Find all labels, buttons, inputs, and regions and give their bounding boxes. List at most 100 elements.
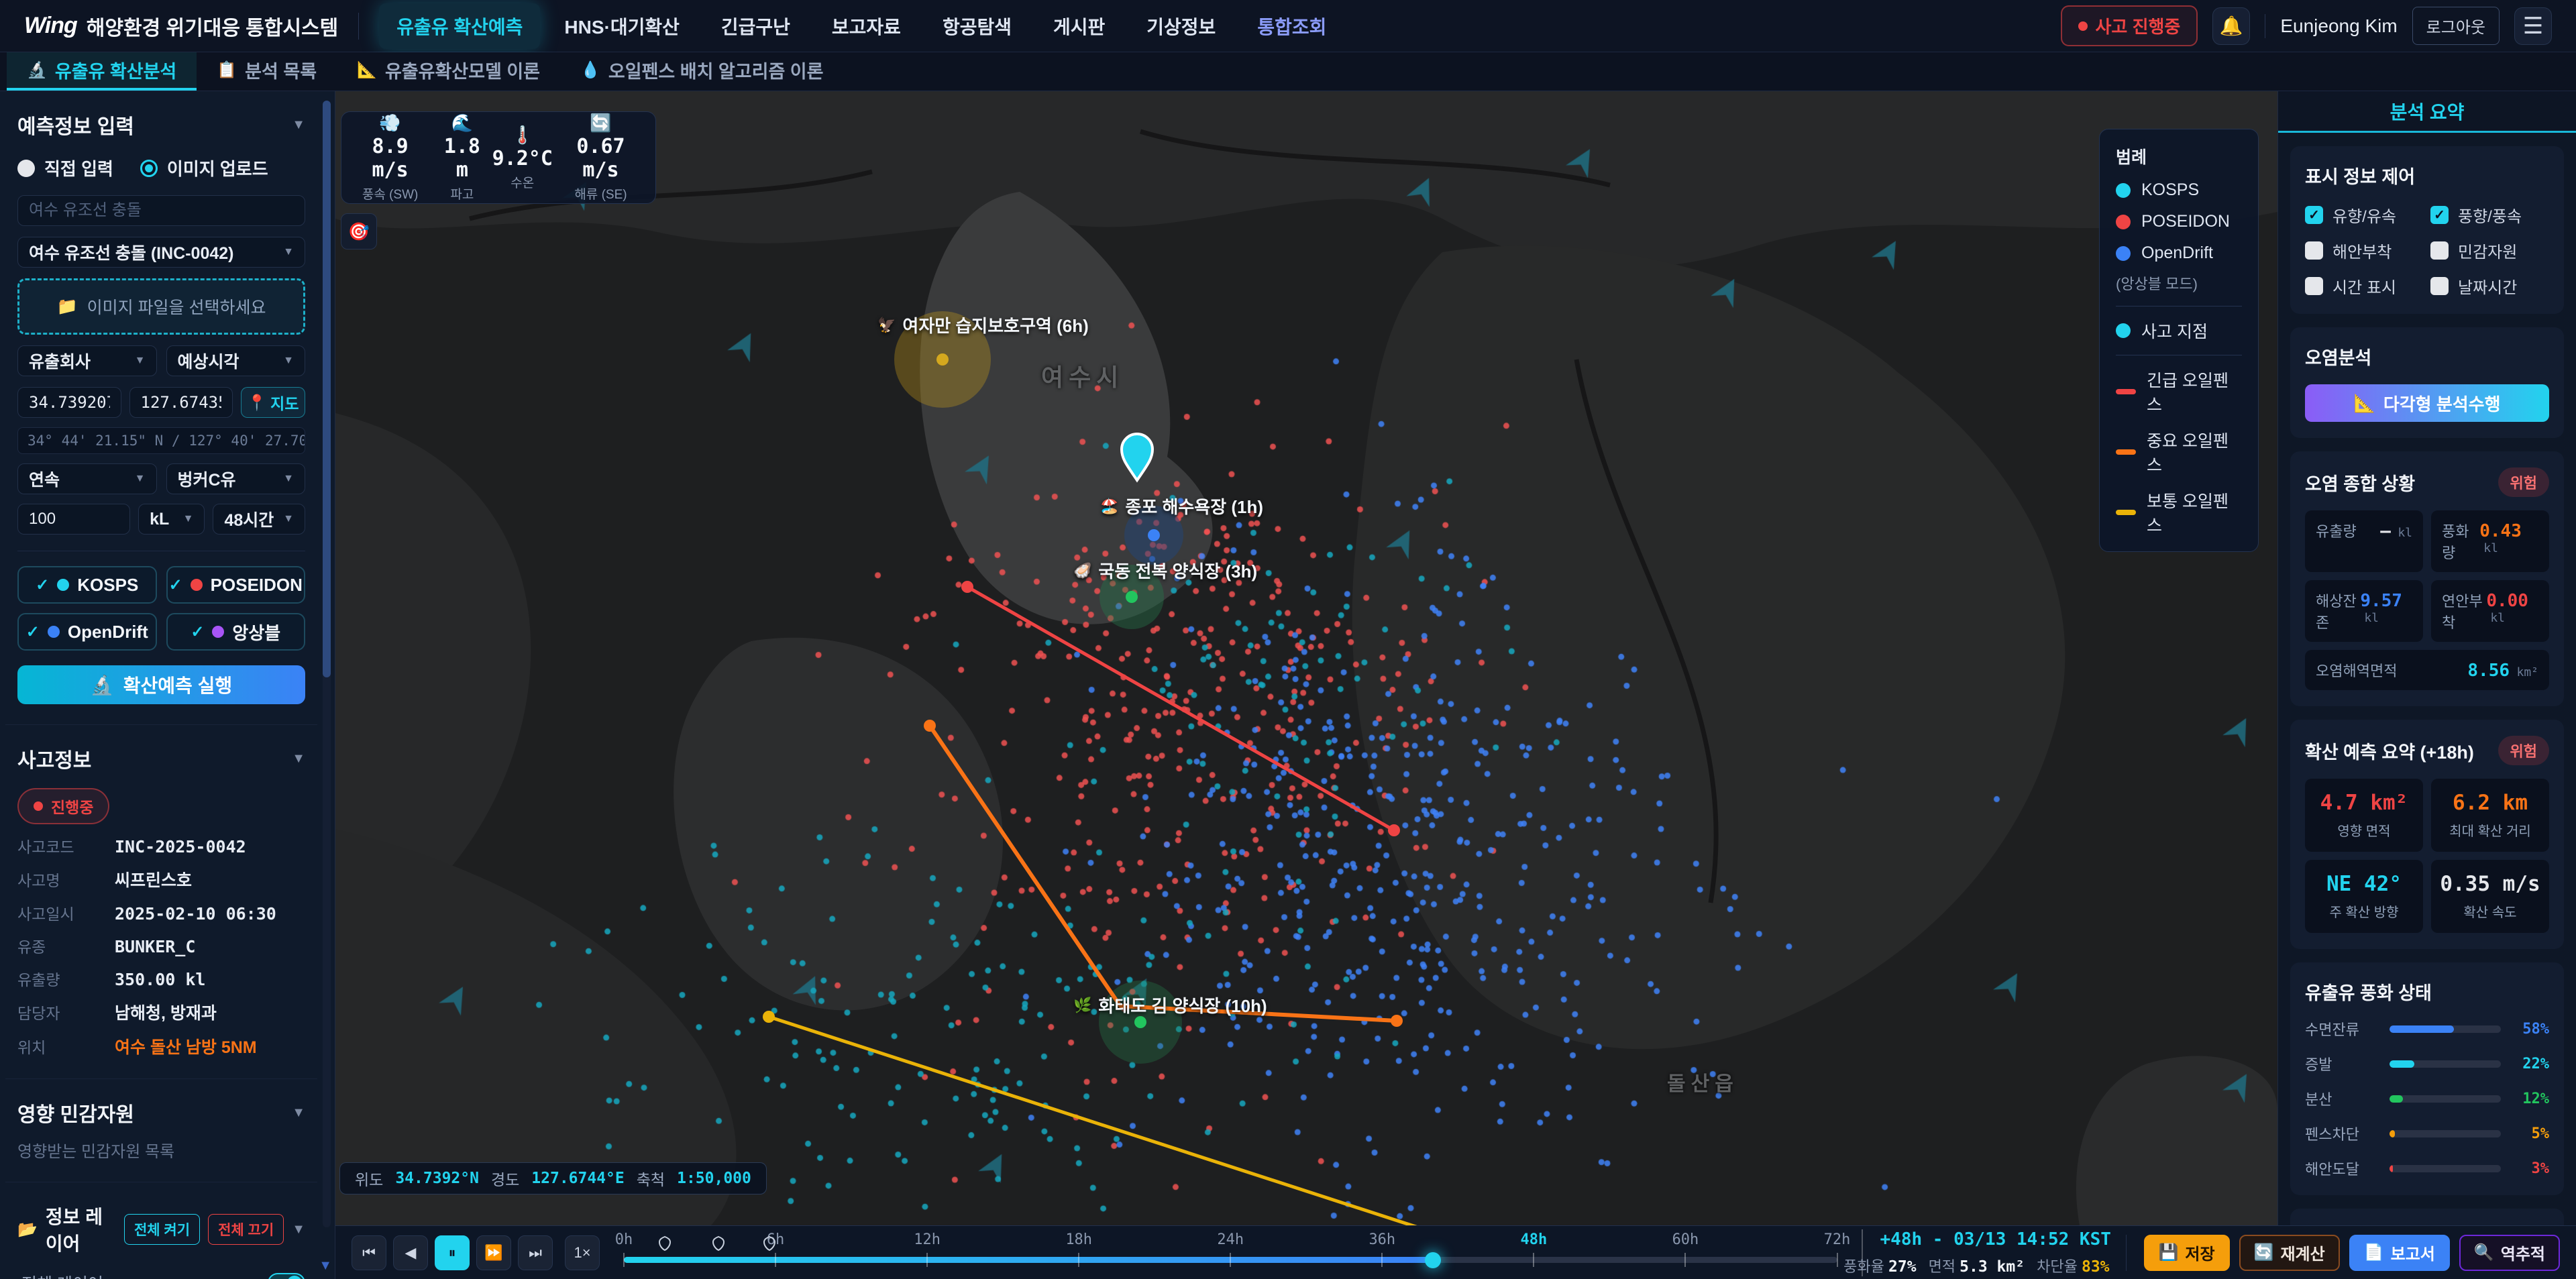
map-canvas-area[interactable]: 여수시 돌산읍 🦅 여자만 습지보호구역 (6h) 🏖️ 종포 해수욕장 (1h… — [335, 91, 2277, 1225]
info-label: 유종 — [17, 934, 115, 957]
latitude-input[interactable] — [17, 387, 121, 418]
chevron-down-icon: ▼ — [283, 246, 294, 258]
spill-mode-select[interactable]: 연속 ▼ — [17, 463, 157, 494]
hamburger-icon: ☰ — [2523, 13, 2543, 40]
incident-pin[interactable] — [1122, 434, 1152, 480]
bar-fill — [2390, 1060, 2414, 1068]
ship-specs-card[interactable]: 🚢 사고 선박 제원 ▸ — [2290, 1209, 2564, 1225]
card-title: 오염 종합 상황 — [2305, 469, 2415, 496]
layers-all-on-button[interactable]: 전체 켜기 — [124, 1214, 200, 1245]
nav-menu-item[interactable]: HNS·대기확산 — [547, 3, 696, 49]
info-value: BUNKER_C — [115, 937, 195, 956]
master-layer-label: 전체 레이어 — [21, 1271, 103, 1279]
tab-item[interactable]: 📐 유출유확산모델 이론 — [337, 52, 560, 91]
fence-event-marker[interactable] — [658, 1235, 672, 1255]
notifications-button[interactable]: 🔔 — [2212, 7, 2250, 45]
nav-menu-item[interactable]: 보고자료 — [814, 3, 918, 49]
collapse-icon[interactable]: ▼ — [292, 1222, 305, 1237]
action-button[interactable]: 📄 보고서 — [2349, 1235, 2450, 1271]
tab-item[interactable]: 🔬 유출유 확산분석 — [7, 52, 197, 91]
nav-menu-item[interactable]: 게시판 — [1036, 3, 1122, 49]
nav-menu-item[interactable]: 유출유 확산예측 — [379, 3, 540, 49]
time-slider[interactable]: 0h6h12h18h24h36h48h60h72h — [624, 1226, 1837, 1279]
playback-speed-button[interactable]: 1× — [565, 1235, 600, 1270]
center-on-incident-button[interactable]: 🎯 — [341, 213, 377, 249]
radio-direct-input[interactable]: 직접 입력 — [17, 156, 113, 180]
checkbox-icon — [2305, 277, 2323, 295]
action-button[interactable]: 🔄 재계산 — [2239, 1235, 2340, 1271]
action-button[interactable]: 💾 저장 — [2144, 1235, 2230, 1271]
action-icon: 🔄 — [2254, 1243, 2274, 1262]
collapse-icon[interactable]: ▼ — [292, 1105, 305, 1121]
playback-button[interactable]: ◀ — [393, 1235, 428, 1270]
run-prediction-button[interactable]: 🔬 확산예측 실행 — [17, 665, 305, 704]
model-toggle-chip[interactable]: ✓ 앙상블 — [166, 613, 306, 651]
playback-button[interactable]: ⏭ — [518, 1235, 553, 1270]
expected-time-select[interactable]: 예상시각 ▼ — [166, 345, 306, 376]
image-upload-dropzone[interactable]: 📁 이미지 파일을 선택하세요 — [17, 278, 305, 335]
model-toggle-chip[interactable]: ✓ POSEIDON — [166, 566, 306, 604]
legend-model-item: POSEIDON — [2116, 212, 2242, 231]
check-icon: ✓ — [191, 622, 204, 642]
duration-select[interactable]: 48시간 ▼ — [213, 504, 305, 535]
weather-icon: 🌊 — [432, 113, 492, 133]
playback-button[interactable]: ⏸ — [435, 1235, 470, 1270]
polygon-analysis-button[interactable]: 📐 다각형 분석수행 — [2305, 384, 2549, 422]
model-name: POSEIDON — [211, 575, 303, 596]
collapse-icon[interactable]: ▼ — [292, 751, 305, 767]
sidebar-scrollbar[interactable] — [323, 101, 331, 1227]
fence-event-marker[interactable] — [712, 1235, 725, 1255]
oil-fence-endpoint[interactable] — [924, 720, 936, 732]
oil-fence-line[interactable] — [967, 587, 1394, 830]
display-option-checkbox[interactable]: 날짜시간 — [2430, 274, 2549, 298]
oil-fence-endpoint[interactable] — [1388, 824, 1400, 836]
oil-fence-endpoint[interactable] — [961, 581, 973, 593]
incident-select[interactable]: 여수 유조선 충돌 (INC-0042) ▼ — [17, 237, 305, 268]
display-option-checkbox[interactable]: 풍향/풍속 — [2430, 203, 2549, 227]
nav-menu-item[interactable]: 항공탐색 — [925, 3, 1029, 49]
timeline-tick-label: 72h — [1824, 1231, 1851, 1248]
nav-menu-item[interactable]: 긴급구난 — [704, 3, 808, 49]
amount-input[interactable] — [17, 504, 130, 535]
playback-button[interactable]: ⏮ — [352, 1235, 386, 1270]
longitude-input[interactable] — [129, 387, 233, 418]
slider-handle[interactable] — [1425, 1252, 1441, 1268]
fence-event-marker[interactable] — [763, 1235, 776, 1255]
tab-item[interactable]: 📋 분석 목록 — [197, 52, 337, 91]
company-select[interactable]: 유출회사 ▼ — [17, 345, 157, 376]
master-layer-toggle[interactable] — [268, 1273, 305, 1279]
weathering-bar-row: 수면잔류 58% — [2305, 1018, 2549, 1040]
scrollbar-thumb[interactable] — [323, 101, 331, 677]
oil-type-select[interactable]: 벙커C유 ▼ — [166, 463, 306, 494]
site-icon: 🏖️ — [1100, 498, 1118, 515]
pick-on-map-button[interactable]: 📍 지도 — [241, 387, 305, 418]
oil-fence-line[interactable] — [930, 726, 1397, 1021]
tab-item[interactable]: 💧 오일펜스 배치 알고리즘 이론 — [560, 52, 843, 91]
collapse-icon[interactable]: ▼ — [292, 117, 305, 133]
radio-image-upload[interactable]: 이미지 업로드 — [140, 156, 268, 180]
bar-fill — [2390, 1165, 2393, 1172]
playback-button[interactable]: ⏩ — [476, 1235, 511, 1270]
display-option-checkbox[interactable]: 민감자원 — [2430, 239, 2549, 262]
action-button[interactable]: 🔍 역추적 — [2459, 1235, 2560, 1271]
stat-box: 유출량 — kl — [2305, 510, 2423, 572]
menu-button[interactable]: ☰ — [2514, 7, 2552, 45]
display-option-checkbox[interactable]: 시간 표시 — [2305, 274, 2424, 298]
nav-menu-item[interactable]: 기상정보 — [1129, 3, 1233, 49]
legend-fence-item: 중요 오일펜스 — [2116, 428, 2242, 476]
scroll-down-icon[interactable]: ▼ — [319, 1258, 332, 1274]
display-option-checkbox[interactable]: 해안부착 — [2305, 239, 2424, 262]
nav-menu-item[interactable]: 통합조회 — [1240, 3, 1344, 49]
checkbox-label: 시간 표시 — [2332, 274, 2396, 298]
oil-fence-endpoint[interactable] — [1391, 1015, 1403, 1027]
weathering-state-card: 유출유 풍화 상태 수면잔류 58% 증발 — [2290, 962, 2564, 1195]
oil-fence-endpoint[interactable] — [763, 1011, 775, 1023]
unit-select[interactable]: kL ▼ — [138, 504, 205, 535]
logout-button[interactable]: 로그아웃 — [2412, 7, 2500, 45]
model-toggle-chip[interactable]: ✓ OpenDrift — [17, 613, 157, 651]
layers-all-off-button[interactable]: 전체 끄기 — [208, 1214, 284, 1245]
display-option-checkbox[interactable]: 유향/유속 — [2305, 203, 2424, 227]
model-toggle-chip[interactable]: ✓ KOSPS — [17, 566, 157, 604]
bar-track — [2390, 1025, 2501, 1033]
incident-name-input[interactable] — [17, 195, 305, 226]
